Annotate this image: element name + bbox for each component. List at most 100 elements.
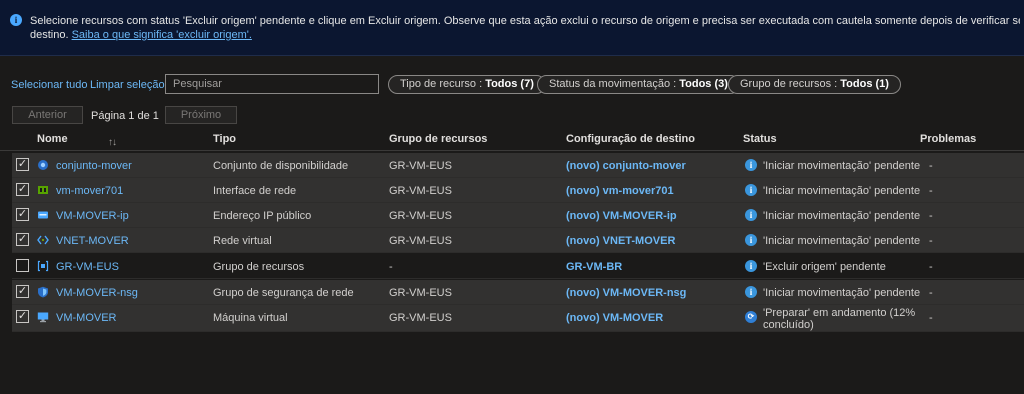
table-row[interactable]: ✓ VNET-MOVER Rede virtual GR-VM-EUS (nov… <box>12 228 1024 253</box>
info-status-icon: i <box>745 184 757 196</box>
problems-value: - <box>929 210 933 222</box>
table-row[interactable]: ✓ VM-MOVER Máquina virtual GR-VM-EUS (no… <box>12 305 1024 332</box>
banner-text: Selecione recursos com status 'Excluir o… <box>30 15 1020 27</box>
sort-icon[interactable]: ↑↓ <box>108 137 117 148</box>
resource-name-link[interactable]: VM-MOVER-nsg <box>56 287 138 299</box>
column-header-status: Status <box>743 133 777 145</box>
resource-name-link[interactable]: VNET-MOVER <box>56 235 129 247</box>
destination-config-link[interactable]: (novo) VM-MOVER <box>566 312 663 324</box>
resource-name-link[interactable]: conjunto-mover <box>56 160 132 172</box>
table-row[interactable]: ✓ vm-mover701 Interface de rede GR-VM-EU… <box>12 178 1024 203</box>
info-status-icon: i <box>745 234 757 246</box>
column-header-group: Grupo de recursos <box>389 133 488 145</box>
filter-value: Todos (7) <box>485 78 534 90</box>
table-row[interactable]: ✓ VM-MOVER-nsg Grupo de segurança de red… <box>12 280 1024 305</box>
network-security-group-icon <box>38 286 48 298</box>
resource-type: Interface de rede <box>213 185 297 197</box>
table-row[interactable]: ✓ VM-MOVER-ip Endereço IP público GR-VM-… <box>12 203 1024 228</box>
resource-group-icon <box>37 260 49 272</box>
resource-name-link[interactable]: vm-mover701 <box>56 185 123 197</box>
resource-group: GR-VM-EUS <box>389 287 452 299</box>
resource-group: GR-VM-EUS <box>389 185 452 197</box>
row-checkbox[interactable]: ✓ <box>16 310 29 323</box>
status-text: 'Excluir origem' pendente <box>763 261 886 273</box>
status-text: 'Preparar' em andamento (12% concluído) <box>763 307 915 331</box>
filter-value: Todos (3) <box>679 78 728 90</box>
column-header-name-label: Nome <box>37 133 68 145</box>
banner-text-line2: destino. <box>30 29 69 41</box>
virtual-network-icon <box>37 235 49 245</box>
public-ip-icon <box>38 211 48 219</box>
filter-value: Todos (1) <box>840 78 889 90</box>
info-status-icon: i <box>745 260 757 272</box>
resource-type: Grupo de recursos <box>213 261 305 273</box>
status-text: 'Iniciar movimentação' pendente <box>763 287 921 299</box>
destination-config-link[interactable]: (novo) VNET-MOVER <box>566 235 675 247</box>
info-status-icon: i <box>745 209 757 221</box>
resource-type: Grupo de segurança de rede <box>213 287 354 299</box>
column-header-destination: Configuração de destino <box>566 133 695 145</box>
filter-move-status[interactable]: Status da movimentação : Todos (3) <box>537 75 740 94</box>
destination-config-link[interactable]: (novo) conjunto-mover <box>566 160 686 172</box>
learn-more-link[interactable]: Saiba o que significa 'excluir origem'. <box>72 29 252 41</box>
problems-value: - <box>929 287 933 299</box>
resource-type: Endereço IP público <box>213 210 312 222</box>
status-text: 'Iniciar movimentação' pendente <box>763 160 921 172</box>
search-input[interactable] <box>165 74 379 94</box>
table-row[interactable]: ✓ conjunto-mover Conjunto de disponibili… <box>12 153 1024 178</box>
row-checkbox[interactable]: ✓ <box>16 285 29 298</box>
sync-icon: ⟳ <box>745 311 757 323</box>
page-indicator: Página 1 de 1 <box>91 110 159 122</box>
row-checkbox[interactable]: ✓ <box>16 233 29 246</box>
problems-value: - <box>929 312 933 324</box>
availability-set-icon <box>38 160 48 170</box>
destination-config-link[interactable]: (novo) VM-MOVER-nsg <box>566 287 686 299</box>
status-text-line1: 'Preparar' em andamento (12% <box>763 307 916 319</box>
resource-name-link[interactable]: VM-MOVER <box>56 312 117 324</box>
column-header-name[interactable]: Nome ↑↓ <box>37 133 117 148</box>
info-status-icon: i <box>745 159 757 171</box>
filter-resource-group[interactable]: Grupo de recursos : Todos (1) <box>728 75 901 94</box>
status-text: 'Iniciar movimentação' pendente <box>763 185 921 197</box>
resource-group: GR-VM-EUS <box>389 160 452 172</box>
virtual-machine-icon <box>37 312 49 323</box>
info-banner: i Selecione recursos com status 'Excluir… <box>0 0 1024 56</box>
table-header: Nome ↑↓ Tipo Grupo de recursos Configuraç… <box>0 128 1024 151</box>
problems-value: - <box>929 261 933 273</box>
resource-type: Máquina virtual <box>213 312 288 324</box>
row-checkbox[interactable]: ✓ <box>16 183 29 196</box>
clear-selection-link[interactable]: Limpar seleção <box>90 79 165 91</box>
destination-config-link[interactable]: GR-VM-BR <box>566 261 622 273</box>
info-icon: i <box>10 14 22 26</box>
status-text-line2: concluído) <box>763 319 814 331</box>
network-interface-icon <box>38 186 48 194</box>
status-text: 'Iniciar movimentação' pendente <box>763 210 921 222</box>
problems-value: - <box>929 160 933 172</box>
banner-message: Selecione recursos com status 'Excluir o… <box>30 14 1020 42</box>
status-text: 'Iniciar movimentação' pendente <box>763 235 921 247</box>
resource-group: GR-VM-EUS <box>389 210 452 222</box>
destination-config-link[interactable]: (novo) vm-mover701 <box>566 185 674 197</box>
next-page-button[interactable]: Próximo <box>165 106 237 124</box>
row-checkbox[interactable] <box>16 259 29 272</box>
resource-type: Conjunto de disponibilidade <box>213 160 349 172</box>
table-row[interactable]: GR-VM-EUS Grupo de recursos - GR-VM-BR i… <box>12 254 1024 279</box>
filter-resource-type[interactable]: Tipo de recurso : Todos (7) <box>388 75 546 94</box>
row-checkbox[interactable]: ✓ <box>16 158 29 171</box>
resource-group: - <box>389 261 393 273</box>
resource-name-link[interactable]: VM-MOVER-ip <box>56 210 129 222</box>
select-all-link[interactable]: Selecionar tudo <box>11 79 87 91</box>
resource-group: GR-VM-EUS <box>389 312 452 324</box>
resource-name-link[interactable]: GR-VM-EUS <box>56 261 119 273</box>
destination-config-link[interactable]: (novo) VM-MOVER-ip <box>566 210 677 222</box>
filter-label: Status da movimentação : <box>549 78 680 90</box>
resource-group: GR-VM-EUS <box>389 235 452 247</box>
filter-label: Tipo de recurso : <box>400 78 486 90</box>
filter-label: Grupo de recursos : <box>740 78 841 90</box>
previous-page-button[interactable]: Anterior <box>12 106 83 124</box>
row-checkbox[interactable]: ✓ <box>16 208 29 221</box>
column-header-problems: Problemas <box>920 133 977 145</box>
problems-value: - <box>929 185 933 197</box>
resource-type: Rede virtual <box>213 235 272 247</box>
column-header-type: Tipo <box>213 133 237 145</box>
